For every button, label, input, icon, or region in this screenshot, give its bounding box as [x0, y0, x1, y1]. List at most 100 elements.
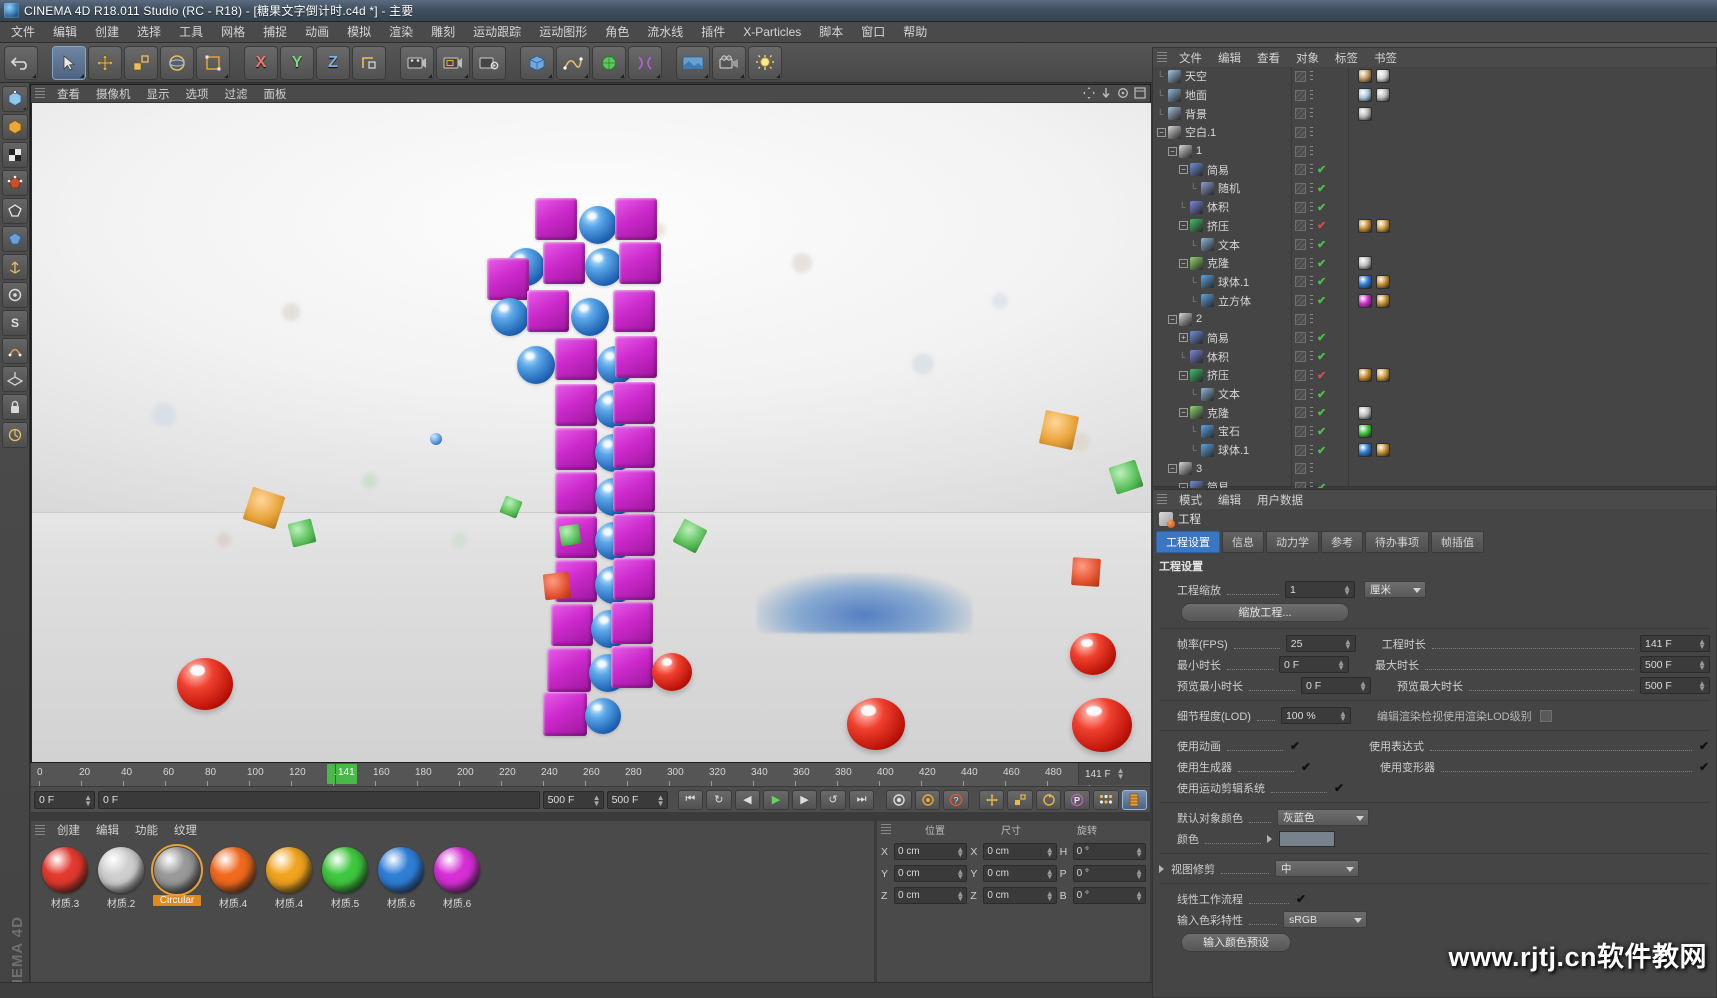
menu-item-0[interactable]: 文件 [2, 22, 44, 42]
spinner-icon[interactable]: ▲ ▼ [1339, 710, 1347, 723]
object-row[interactable]: └ 宝石 ✔ [1153, 422, 1716, 441]
scale-key-button[interactable] [1007, 789, 1033, 810]
visibility-toggle[interactable] [1295, 89, 1306, 101]
material-menu-item-3[interactable]: 纹理 [166, 821, 205, 839]
play-button[interactable]: ▶ [763, 789, 789, 810]
tree-expander-icon[interactable]: − [1179, 482, 1188, 488]
object-row[interactable]: └ 文本 ✔ [1153, 235, 1716, 254]
object-menu-item-3[interactable]: 对象 [1288, 49, 1327, 67]
spinner-icon[interactable]: ▲ ▼ [593, 793, 601, 807]
go-to-end-button[interactable]: ⏭ [848, 789, 875, 810]
object-tag-chip[interactable] [1358, 218, 1372, 233]
edge-mode-icon[interactable] [1, 198, 28, 224]
visibility-dots-icon[interactable] [1310, 220, 1313, 232]
visibility-dots-icon[interactable] [1310, 407, 1313, 419]
field-input-left[interactable]: 25 ▲ ▼ [1285, 635, 1356, 652]
tree-expander-icon[interactable]: − [1168, 146, 1177, 156]
attribute-tab-5[interactable]: 帧插值 [1431, 531, 1484, 553]
material-menu-item-2[interactable]: 功能 [127, 821, 166, 839]
enable-check-icon[interactable]: ✔ [1317, 275, 1326, 288]
object-menu-item-2[interactable]: 查看 [1249, 49, 1288, 67]
polygon-mode-icon[interactable] [1, 226, 28, 252]
visibility-dots-icon[interactable] [1310, 425, 1313, 437]
make-editable-icon[interactable] [1, 86, 28, 112]
visibility-toggle[interactable] [1295, 164, 1306, 176]
step-forward-button[interactable]: ▶ [791, 789, 818, 810]
visibility-toggle[interactable] [1295, 388, 1306, 400]
point-level-animation-button[interactable] [1092, 789, 1119, 810]
visibility-toggle[interactable] [1295, 463, 1306, 475]
visibility-dots-icon[interactable] [1310, 239, 1313, 251]
menu-item-5[interactable]: 网格 [212, 22, 254, 42]
enable-axis-icon[interactable]: S [1, 310, 28, 336]
viewport-canvas[interactable] [32, 103, 1151, 762]
move-tool-icon[interactable] [88, 45, 122, 80]
checkbox-left[interactable] [1289, 740, 1301, 752]
timeline-toggle-button[interactable] [1121, 789, 1148, 810]
object-tag-chip[interactable] [1358, 424, 1372, 439]
visibility-toggle[interactable] [1295, 481, 1306, 488]
menu-item-13[interactable]: 角色 [596, 22, 638, 42]
visibility-toggle[interactable] [1295, 276, 1306, 288]
default-object-color-combo[interactable]: 灰蓝色 [1277, 809, 1369, 826]
attribute-tab-3[interactable]: 参考 [1321, 531, 1363, 553]
expand-triangle-icon[interactable] [1159, 864, 1164, 873]
checkbox-left[interactable] [1300, 761, 1312, 773]
menu-item-1[interactable]: 编辑 [44, 22, 86, 42]
object-tag-chip[interactable] [1376, 88, 1390, 103]
object-tag-chip[interactable] [1376, 274, 1390, 289]
generator-icon[interactable] [592, 45, 626, 80]
spline-pen-icon[interactable] [556, 45, 590, 80]
visibility-dots-icon[interactable] [1310, 276, 1313, 288]
live-selection-icon[interactable] [52, 45, 86, 80]
transform-tool-icon[interactable] [196, 45, 230, 80]
object-row[interactable]: └ 体积 ✔ [1153, 347, 1716, 366]
tree-expander-icon[interactable]: − [1179, 408, 1188, 418]
coord-size-field[interactable]: 0 cm ▲ ▼ [983, 887, 1057, 904]
object-row[interactable]: └ 天空 [1153, 67, 1716, 86]
texture-mode-icon[interactable] [1, 142, 28, 168]
point-mode-icon[interactable] [1, 170, 28, 196]
parameter-key-button[interactable]: P [1064, 789, 1090, 810]
visibility-dots-icon[interactable] [1310, 369, 1313, 381]
lock-icon[interactable] [1, 394, 28, 420]
menu-item-9[interactable]: 渲染 [380, 22, 422, 42]
enable-check-icon[interactable]: ✔ [1317, 369, 1326, 382]
deformer-icon[interactable] [628, 45, 662, 80]
object-row[interactable]: − 挤压 ✔ [1153, 217, 1716, 236]
object-tag-chip[interactable] [1376, 69, 1390, 84]
material-item[interactable]: Circular [151, 844, 203, 910]
viewport-menu-item-4[interactable]: 过滤 [217, 85, 256, 103]
view-clipping-combo[interactable]: 中 [1275, 860, 1359, 877]
visibility-toggle[interactable] [1295, 313, 1306, 325]
color-swatch[interactable] [1279, 830, 1335, 847]
model-mode-icon[interactable] [1, 114, 28, 140]
tree-expander-icon[interactable]: − [1168, 464, 1177, 474]
panel-grip-icon[interactable] [881, 823, 891, 835]
object-menu-item-0[interactable]: 文件 [1171, 49, 1210, 67]
menu-item-3[interactable]: 选择 [128, 22, 170, 42]
attribute-menu-item-0[interactable]: 模式 [1171, 491, 1210, 509]
menu-item-4[interactable]: 工具 [170, 22, 212, 42]
object-row[interactable]: − 克隆 ✔ [1153, 403, 1716, 422]
object-tag-chip[interactable] [1358, 88, 1372, 103]
field-input-left[interactable]: 0 F ▲ ▼ [1301, 677, 1371, 694]
lod-field[interactable]: 100 % ▲ ▼ [1280, 707, 1351, 724]
menu-item-15[interactable]: 插件 [692, 22, 734, 42]
object-tag-chip[interactable] [1376, 218, 1390, 233]
visibility-toggle[interactable] [1295, 407, 1306, 419]
object-tag-chip[interactable] [1358, 443, 1372, 458]
rotate-tool-icon[interactable] [160, 45, 194, 80]
menu-item-19[interactable]: 帮助 [894, 22, 936, 42]
visibility-dots-icon[interactable] [1310, 388, 1313, 400]
enable-check-icon[interactable]: ✔ [1317, 219, 1326, 232]
object-tag-chip[interactable] [1358, 368, 1372, 383]
visibility-toggle[interactable] [1295, 126, 1306, 138]
visibility-toggle[interactable] [1295, 332, 1306, 344]
visibility-toggle[interactable] [1295, 220, 1306, 232]
tree-expander-icon[interactable]: + [1179, 333, 1188, 343]
enable-check-icon[interactable]: ✔ [1317, 201, 1326, 214]
material-item[interactable]: 材质.3 [41, 847, 89, 910]
primitive-cube-icon[interactable] [520, 45, 554, 80]
panel-grip-icon[interactable] [35, 824, 45, 836]
